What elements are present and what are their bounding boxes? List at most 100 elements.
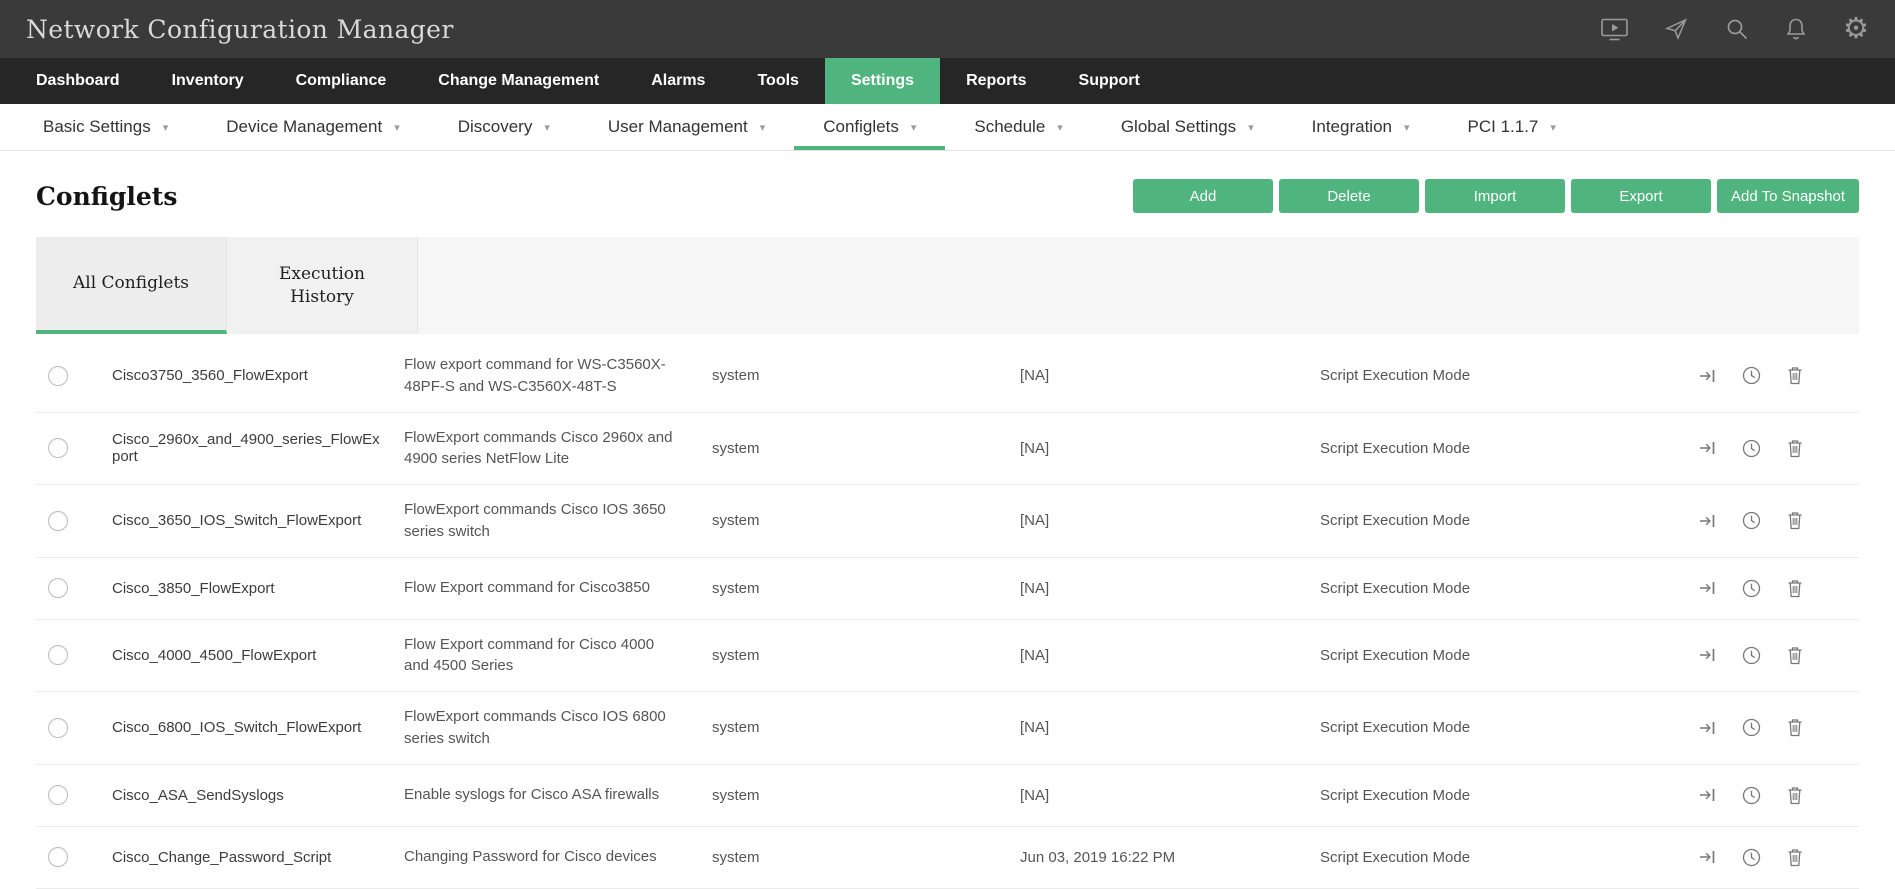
configlet-name[interactable]: Cisco_Change_Password_Script: [96, 849, 404, 866]
configlet-execution-mode: Script Execution Mode: [1320, 848, 1471, 866]
delete-trash-icon[interactable]: [1787, 511, 1803, 530]
execute-icon[interactable]: [1699, 647, 1716, 663]
execute-icon[interactable]: [1699, 513, 1716, 529]
screen-share-icon[interactable]: [1601, 18, 1628, 41]
export-button[interactable]: Export: [1571, 179, 1712, 213]
table-row: Cisco_Change_Password_Script Changing Pa…: [36, 827, 1859, 889]
subnav-integration[interactable]: Integration ▾: [1283, 104, 1439, 150]
configlet-name[interactable]: Cisco_2960x_and_4900_series_FlowExport: [96, 431, 404, 465]
nav-tab-change-management[interactable]: Change Management: [412, 58, 625, 104]
delete-trash-icon[interactable]: [1787, 646, 1803, 665]
configlet-name[interactable]: Cisco_6800_IOS_Switch_FlowExport: [96, 719, 404, 736]
configlet-created-by: system: [712, 786, 760, 804]
search-icon[interactable]: [1725, 17, 1749, 41]
subnav-pci[interactable]: PCI 1.1.7 ▾: [1439, 104, 1585, 150]
history-clock-icon[interactable]: [1742, 786, 1761, 805]
subnav-user-management[interactable]: User Management ▾: [579, 104, 794, 150]
configlet-created-by: system: [712, 848, 760, 866]
nav-tab-tools[interactable]: Tools: [731, 58, 824, 104]
subnav-label: Integration: [1311, 117, 1392, 136]
send-plane-icon[interactable]: [1664, 17, 1689, 41]
tab-all-configlets[interactable]: All Configlets: [36, 237, 227, 334]
execute-icon[interactable]: [1699, 720, 1716, 736]
row-select-radio[interactable]: [48, 365, 68, 386]
row-radio-cell: [36, 645, 96, 666]
configlet-name[interactable]: Cisco_ASA_SendSyslogs: [96, 787, 404, 804]
nav-tab-compliance[interactable]: Compliance: [270, 58, 413, 104]
configlet-execution-mode: Script Execution Mode: [1320, 367, 1471, 385]
notification-bell-icon[interactable]: [1785, 17, 1807, 41]
delete-trash-icon[interactable]: [1787, 579, 1803, 598]
configlet-execution-mode: Script Execution Mode: [1320, 646, 1471, 664]
configlet-name[interactable]: Cisco_3650_IOS_Switch_FlowExport: [96, 512, 404, 529]
configlet-table-body: Cisco3750_3560_FlowExport Flow export co…: [36, 340, 1859, 889]
subnav-label: Device Management: [226, 117, 383, 136]
configlet-last-modified: [NA]: [1020, 646, 1050, 664]
settings-gear-icon[interactable]: ⚙: [1843, 14, 1869, 44]
nav-tab-support[interactable]: Support: [1053, 58, 1166, 104]
table-row: Cisco_3650_IOS_Switch_FlowExport FlowExp…: [36, 485, 1859, 558]
history-clock-icon[interactable]: [1742, 718, 1761, 737]
execute-icon[interactable]: [1699, 368, 1716, 384]
configlet-last-modified: [NA]: [1020, 786, 1050, 804]
delete-button[interactable]: Delete: [1279, 179, 1420, 213]
row-select-radio[interactable]: [48, 510, 68, 531]
add-button[interactable]: Add: [1133, 179, 1274, 213]
delete-trash-icon[interactable]: [1787, 718, 1803, 737]
delete-trash-icon[interactable]: [1787, 848, 1803, 867]
nav-tab-reports[interactable]: Reports: [940, 58, 1052, 104]
row-radio-cell: [36, 438, 96, 459]
row-select-radio[interactable]: [48, 847, 68, 867]
row-select-radio[interactable]: [48, 438, 68, 459]
configlet-name[interactable]: Cisco_3850_FlowExport: [96, 580, 404, 597]
configlet-last-modified: [NA]: [1020, 512, 1050, 530]
subnav-global-settings[interactable]: Global Settings ▾: [1092, 104, 1283, 150]
add-to-snapshot-button[interactable]: Add To Snapshot: [1717, 179, 1859, 213]
delete-trash-icon[interactable]: [1787, 439, 1803, 458]
nav-tab-inventory[interactable]: Inventory: [146, 58, 270, 104]
row-actions: [1699, 579, 1859, 598]
subnav-schedule[interactable]: Schedule ▾: [945, 104, 1091, 150]
row-actions: [1699, 718, 1859, 737]
configlet-name[interactable]: Cisco3750_3560_FlowExport: [96, 367, 404, 384]
subnav-label: Configlets: [823, 117, 899, 136]
chevron-down-icon: ▾: [544, 121, 550, 134]
import-button[interactable]: Import: [1425, 179, 1566, 213]
nav-tab-dashboard[interactable]: Dashboard: [10, 58, 146, 104]
history-clock-icon[interactable]: [1742, 579, 1761, 598]
execute-icon[interactable]: [1699, 849, 1716, 865]
row-select-radio[interactable]: [48, 578, 68, 598]
subnav-discovery[interactable]: Discovery ▾: [429, 104, 579, 150]
nav-tab-alarms[interactable]: Alarms: [625, 58, 731, 104]
history-clock-icon[interactable]: [1742, 511, 1761, 530]
configlet-description: Flow export command for WS-C3560X-48PF-S…: [404, 356, 666, 395]
subnav-basic-settings[interactable]: Basic Settings ▾: [14, 104, 197, 150]
chevron-down-icon: ▾: [759, 121, 766, 134]
delete-trash-icon[interactable]: [1787, 786, 1803, 805]
history-clock-icon[interactable]: [1742, 848, 1761, 867]
chevron-down-icon: ▾: [1403, 121, 1410, 134]
subnav-device-management[interactable]: Device Management ▾: [197, 104, 428, 150]
execute-icon[interactable]: [1699, 440, 1716, 456]
row-select-radio[interactable]: [48, 717, 68, 738]
page-title: Configlets: [36, 181, 178, 211]
configlet-description: Flow Export command for Cisco 4000 and 4…: [404, 635, 655, 675]
nav-tab-settings[interactable]: Settings: [824, 58, 941, 104]
execute-icon[interactable]: [1699, 580, 1716, 596]
configlet-execution-mode: Script Execution Mode: [1320, 439, 1471, 457]
configlet-name[interactable]: Cisco_4000_4500_FlowExport: [96, 647, 404, 664]
history-clock-icon[interactable]: [1742, 366, 1761, 385]
tab-execution-history[interactable]: Execution History: [227, 237, 418, 334]
configlet-created-by: system: [712, 439, 760, 457]
configlet-created-by: system: [712, 719, 760, 737]
history-clock-icon[interactable]: [1742, 439, 1761, 458]
tab-strip: All Configlets Execution History: [36, 237, 1859, 334]
delete-trash-icon[interactable]: [1787, 366, 1803, 385]
row-radio-cell: [36, 365, 96, 386]
row-select-radio[interactable]: [48, 645, 68, 666]
history-clock-icon[interactable]: [1742, 646, 1761, 665]
configlet-created-by: system: [712, 646, 760, 664]
row-select-radio[interactable]: [48, 785, 68, 805]
subnav-configlets[interactable]: Configlets ▾: [794, 104, 945, 150]
execute-icon[interactable]: [1699, 787, 1716, 803]
